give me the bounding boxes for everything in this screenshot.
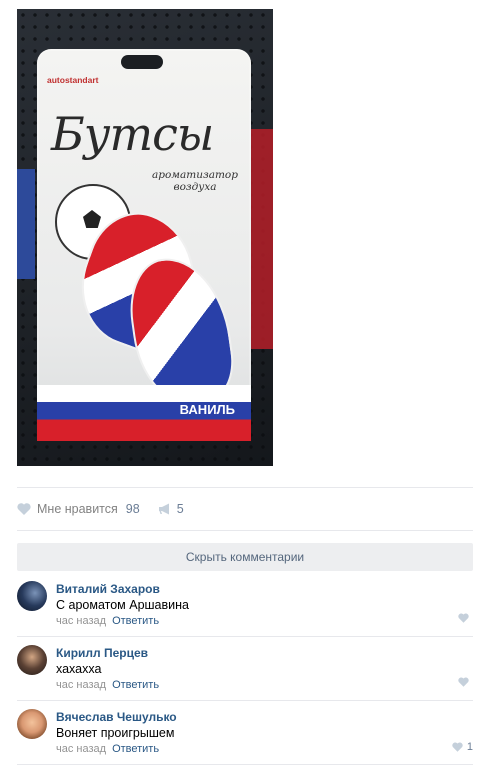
package-title: Бутсы [51,107,214,161]
like-count: 98 [125,502,140,516]
heart-icon [458,613,469,623]
avatar[interactable] [17,645,47,675]
comment-time[interactable]: час назад [56,743,106,755]
comment-author[interactable]: Виталий Захаров [56,582,160,596]
comment-like-button[interactable] [458,613,473,623]
avatar[interactable] [17,581,47,611]
comment-like-button[interactable]: 1 [452,741,473,753]
comment-text: С ароматом Аршавина [56,598,189,612]
package-ribbon: ВАНИЛЬ [37,385,251,441]
package-flavor: ВАНИЛЬ [179,402,235,417]
comment-meta: час назад Ответить [56,743,159,755]
reply-link[interactable]: Ответить [112,743,159,755]
post-actions: Мне нравится 98 5 [17,500,184,518]
comment-time[interactable]: час назад [56,679,106,691]
divider [17,636,473,637]
reply-link[interactable]: Ответить [112,679,159,691]
package-brand: autostandart [47,75,99,85]
share-button[interactable]: 5 [158,502,184,516]
comment-meta: час назад Ответить [56,679,159,691]
comment-like-button[interactable] [458,677,473,687]
like-button[interactable]: Мне нравится 98 [17,502,140,516]
divider [17,764,473,765]
comment-like-count: 1 [466,741,473,753]
comment-meta: час назад Ответить [56,615,159,627]
divider [17,700,473,701]
like-label: Мне нравится [37,502,118,516]
divider [17,487,473,488]
avatar[interactable] [17,709,47,739]
package-subtitle: ароматизатор воздуха [152,169,238,193]
comment-item: Вячеслав Чешулько Воняет проигрышем час … [17,709,473,771]
megaphone-icon [158,503,172,515]
comment-author[interactable]: Кирилл Перцев [56,646,148,660]
comment-item: Виталий Захаров С ароматом Аршавина час … [17,581,473,643]
heart-icon [458,677,469,687]
comment-author[interactable]: Вячеслав Чешулько [56,710,177,724]
package-hanger [121,55,163,69]
comment-item: Кирилл Перцев хахахха час назад Ответить [17,645,473,707]
hide-comments-button[interactable]: Скрыть комментарии [17,543,473,571]
reply-link[interactable]: Ответить [112,615,159,627]
heart-icon [17,503,31,515]
adjacent-package-right [251,129,273,349]
comment-text: Воняет проигрышем [56,726,175,740]
comment-time[interactable]: час назад [56,615,106,627]
adjacent-package-left [17,169,35,279]
post-photo[interactable]: autostandart Бутсы ароматизатор воздуха … [17,9,273,466]
comment-text: хахахха [56,662,102,676]
share-count: 5 [176,502,184,516]
heart-icon [452,742,463,752]
divider [17,530,473,531]
product-package: autostandart Бутсы ароматизатор воздуха … [37,49,251,441]
